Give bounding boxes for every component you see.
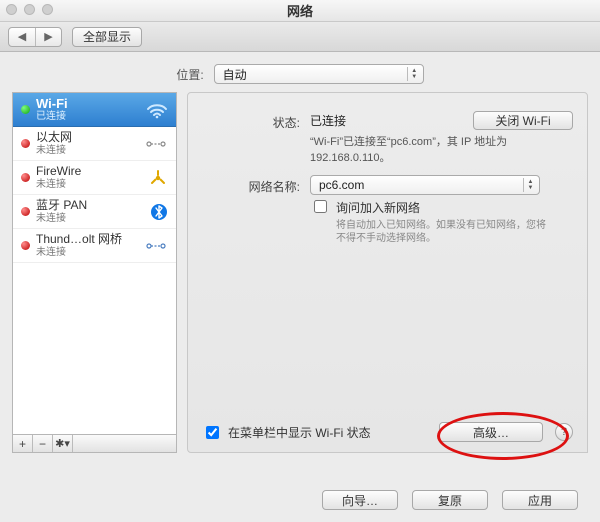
sidebar-item-thunderbolt[interactable]: Thund…olt 网桥 未连接: [13, 229, 176, 263]
bluetooth-icon: [150, 203, 168, 221]
sidebar-item-status: 未连接: [36, 144, 72, 157]
sidebar-item-label: 以太网: [36, 131, 72, 144]
nav-buttons: ◀ ▶: [8, 27, 62, 47]
location-row: 位置: 自动 ▲▼: [0, 52, 600, 92]
sidebar-item-status: 未连接: [36, 212, 87, 225]
detail-pane: 状态: 已连接 关闭 Wi-Fi “Wi-Fi”已连接至“pc6.com”，其 …: [187, 92, 588, 453]
advanced-button[interactable]: 高级…: [439, 422, 543, 442]
network-name-value: pc6.com: [319, 178, 364, 192]
assist-button[interactable]: 向导…: [322, 490, 398, 510]
chevron-updown-icon: ▲▼: [523, 178, 537, 192]
status-label: 状态:: [202, 111, 310, 131]
show-all-button[interactable]: 全部显示: [72, 27, 142, 47]
ask-to-join-hint: 将自动加入已知网络。如果没有已知网络，您将不得不手动选择网络。: [336, 219, 546, 245]
show-menu-checkbox[interactable]: [206, 426, 219, 439]
sidebar-item-wifi[interactable]: Wi-Fi 已连接: [13, 93, 176, 127]
status-value: 已连接: [310, 112, 346, 129]
back-button[interactable]: ◀: [9, 28, 35, 46]
ethernet-icon: [144, 137, 168, 151]
titlebar: 网络: [0, 0, 600, 22]
traffic-minimize-icon[interactable]: [24, 4, 35, 15]
turn-off-wifi-button[interactable]: 关闭 Wi-Fi: [473, 111, 573, 130]
sidebar-item-label: 蓝牙 PAN: [36, 199, 87, 212]
status-dot-icon: [21, 105, 30, 114]
location-select[interactable]: 自动 ▲▼: [214, 64, 424, 84]
sidebar-item-bluetooth[interactable]: 蓝牙 PAN 未连接: [13, 195, 176, 229]
location-label: 位置:: [176, 66, 203, 83]
sidebar: Wi-Fi 已连接 以太网 未连接: [12, 92, 177, 453]
sidebar-item-label: Wi-Fi: [36, 97, 68, 110]
sidebar-item-status: 未连接: [36, 246, 122, 259]
sidebar-item-ethernet[interactable]: 以太网 未连接: [13, 127, 176, 161]
help-button[interactable]: ?: [555, 423, 573, 441]
traffic-zoom-icon[interactable]: [42, 4, 53, 15]
status-dot-icon: [21, 139, 30, 148]
network-name-label: 网络名称:: [202, 175, 310, 195]
status-note: “Wi-Fi”已连接至“pc6.com”，其 IP 地址为 192.168.0.…: [310, 133, 510, 165]
sidebar-item-status: 已连接: [36, 110, 68, 123]
location-value: 自动: [223, 66, 247, 83]
window-controls: [6, 4, 53, 15]
wifi-icon: [146, 101, 168, 119]
network-name-select[interactable]: pc6.com ▲▼: [310, 175, 540, 195]
window-title: 网络: [287, 1, 313, 20]
chevron-updown-icon: ▲▼: [407, 67, 421, 81]
sidebar-item-label: Thund…olt 网桥: [36, 233, 122, 246]
sidebar-item-label: FireWire: [36, 165, 81, 178]
sidebar-item-firewire[interactable]: FireWire 未连接: [13, 161, 176, 195]
status-dot-icon: [21, 173, 30, 182]
show-menu-label: 在菜单栏中显示 Wi-Fi 状态: [228, 424, 371, 441]
dialog-buttons: 向导… 复原 应用: [322, 490, 578, 510]
content-area: 位置: 自动 ▲▼ Wi-Fi 已连接: [0, 52, 600, 522]
forward-button[interactable]: ▶: [35, 28, 61, 46]
ask-to-join-label: 询问加入新网络: [336, 199, 546, 216]
status-row: 状态: 已连接 关闭 Wi-Fi “Wi-Fi”已连接至“pc6.com”，其 …: [202, 111, 573, 165]
firewire-icon: [148, 169, 168, 187]
connection-list: Wi-Fi 已连接 以太网 未连接: [12, 92, 177, 435]
action-menu-button[interactable]: ✱▾: [53, 435, 73, 452]
sidebar-footer: + − ✱▾: [12, 435, 177, 453]
remove-connection-button[interactable]: −: [33, 435, 53, 452]
toolbar: ◀ ▶ 全部显示: [0, 22, 600, 52]
revert-button[interactable]: 复原: [412, 490, 488, 510]
status-dot-icon: [21, 207, 30, 216]
detail-bottom-row: 在菜单栏中显示 Wi-Fi 状态 高级… ?: [202, 422, 573, 442]
thunderbolt-icon: [144, 239, 168, 253]
ask-to-join-checkbox[interactable]: [314, 200, 327, 213]
add-connection-button[interactable]: +: [13, 435, 33, 452]
status-dot-icon: [21, 241, 30, 250]
panes: Wi-Fi 已连接 以太网 未连接: [0, 92, 600, 453]
sidebar-item-status: 未连接: [36, 178, 81, 191]
network-name-row: 网络名称: pc6.com ▲▼ 询问加入新网络 将自动加入已知网络。如果没有已…: [202, 175, 573, 245]
traffic-close-icon[interactable]: [6, 4, 17, 15]
apply-button[interactable]: 应用: [502, 490, 578, 510]
